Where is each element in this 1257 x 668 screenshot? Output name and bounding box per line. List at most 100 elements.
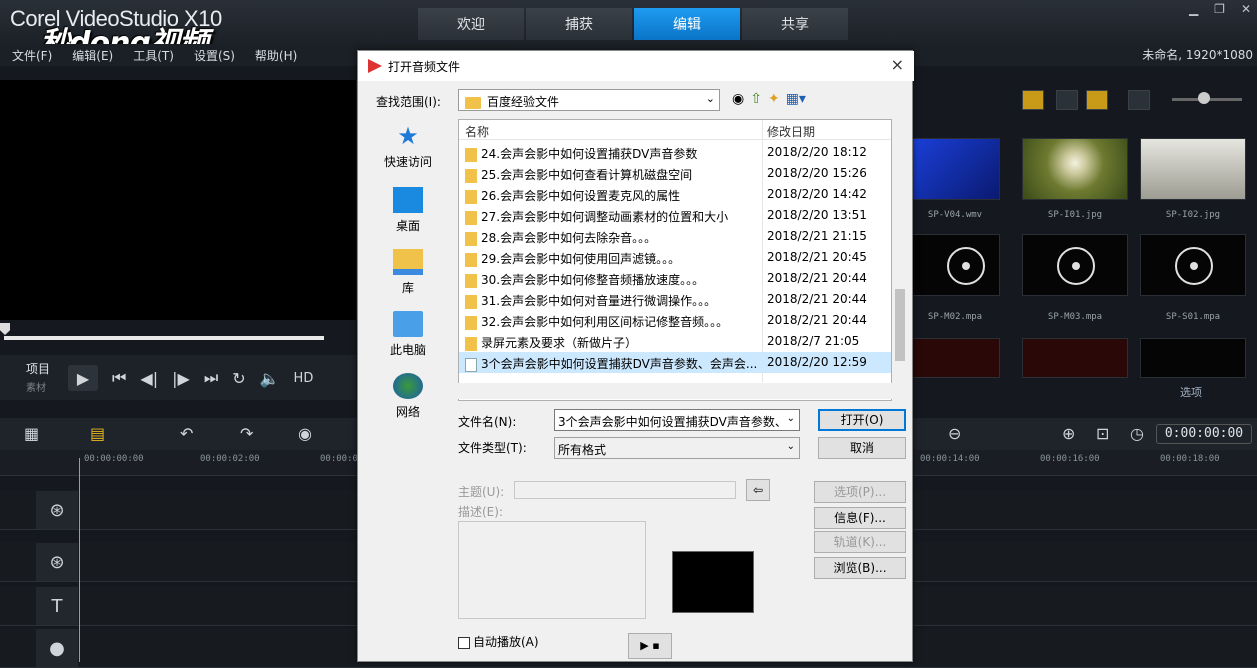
lookin-dropdown[interactable]: 百度经验文件 ⌄: [458, 89, 720, 111]
fit-project-icon[interactable]: ⊡: [1096, 424, 1109, 443]
library-thumb[interactable]: [1022, 138, 1128, 200]
zoom-out-icon[interactable]: ⊖: [948, 424, 961, 443]
file-row[interactable]: 26.会声会影中如何设置麦克风的属性 2018/2/20 14:42: [459, 184, 891, 205]
open-button[interactable]: 打开(O): [818, 409, 906, 431]
subject-field[interactable]: [514, 481, 736, 499]
library-thumb[interactable]: [1140, 234, 1246, 296]
description-field[interactable]: [458, 521, 646, 619]
filename-field[interactable]: 3个会声会影中如何设置捕获DV声音参数、 ⌄: [554, 409, 800, 431]
preview-play-button[interactable]: ▶ ▪: [628, 633, 672, 659]
close-icon[interactable]: ✕: [1241, 2, 1251, 16]
thumbnail-size-knob[interactable]: [1198, 92, 1210, 104]
next-frame-icon[interactable]: |▶: [172, 369, 190, 388]
file-row[interactable]: 27.会声会影中如何调整动画素材的位置和大小 2018/2/20 13:51: [459, 205, 891, 226]
info-button[interactable]: 信息(F)...: [814, 507, 906, 529]
film-reel-icon: ⊛: [36, 543, 78, 581]
file-row[interactable]: 31.会声会影中如何对音量进行微调操作。。。 2018/2/21 20:44: [459, 289, 891, 310]
tab-welcome[interactable]: 欢迎: [418, 8, 524, 40]
file-list-vscrollbar[interactable]: [892, 119, 908, 381]
timeline-playhead[interactable]: [79, 458, 80, 662]
place-this-pc[interactable]: 此电脑: [372, 311, 444, 358]
file-row[interactable]: 29.会声会影中如何使用回声滤镜。。。 2018/2/21 20:45: [459, 247, 891, 268]
repeat-icon[interactable]: ↻: [232, 369, 245, 388]
scrub-handle[interactable]: [0, 323, 10, 335]
sort-icon[interactable]: [1128, 90, 1150, 110]
view-list-icon[interactable]: [1056, 90, 1078, 110]
close-icon[interactable]: ×: [891, 55, 904, 74]
tab-share[interactable]: 共享: [742, 8, 848, 40]
file-date: 2018/2/20 15:26: [767, 166, 867, 180]
arrow-left-icon[interactable]: ⇦: [746, 479, 770, 501]
menu-file[interactable]: 文件(F): [12, 47, 52, 64]
volume-icon[interactable]: 🔈: [260, 369, 280, 388]
library-thumb-name: SP-S01.mpa: [1165, 312, 1221, 322]
file-row[interactable]: 30.会声会影中如何修整音频播放速度。。。 2018/2/21 20:44: [459, 268, 891, 289]
autoplay-checkbox[interactable]: 自动播放(A): [458, 633, 539, 650]
storyboard-view-icon[interactable]: ▦: [24, 424, 39, 443]
up-folder-icon[interactable]: ⇧: [750, 91, 762, 107]
library-thumb[interactable]: [1022, 234, 1128, 296]
play-icon[interactable]: ▶: [68, 365, 98, 391]
zoom-in-icon[interactable]: ⊕: [1062, 424, 1075, 443]
restore-icon[interactable]: ❐: [1214, 2, 1225, 16]
menu-settings[interactable]: 设置(S): [194, 47, 235, 64]
view-menu-icon[interactable]: ▦▾: [786, 91, 806, 107]
library-thumb[interactable]: [912, 338, 1000, 378]
file-row-selected[interactable]: 3个会声会影中如何设置捕获DV声音参数、会声会... 2018/2/20 12:5…: [459, 352, 891, 373]
ruler-tick: 00:00:16:00: [1040, 454, 1100, 464]
menu-edit[interactable]: 编辑(E): [72, 47, 113, 64]
redo-icon[interactable]: ↷: [240, 424, 253, 443]
column-name[interactable]: 名称: [465, 123, 489, 140]
prev-frame-icon[interactable]: ◀|: [140, 369, 158, 388]
folder-icon: [465, 231, 477, 246]
cancel-button[interactable]: 取消: [818, 437, 906, 459]
file-row[interactable]: 28.会声会影中如何去除杂音。。。 2018/2/21 21:15: [459, 226, 891, 247]
browse-button[interactable]: 浏览(B)...: [814, 557, 906, 579]
checkbox-box[interactable]: [458, 636, 470, 649]
library-thumb[interactable]: [1140, 338, 1246, 378]
place-network[interactable]: 网络: [372, 373, 444, 420]
track-button[interactable]: 轨道(K)...: [814, 531, 906, 553]
filetype-value: 所有格式: [558, 443, 607, 457]
scroll-thumb[interactable]: [895, 289, 905, 361]
filetype-select[interactable]: 所有格式 ⌄: [554, 437, 800, 459]
column-date[interactable]: 修改日期: [767, 123, 815, 140]
file-row[interactable]: 24.会声会影中如何设置捕获DV声音参数 2018/2/20 18:12: [459, 142, 891, 163]
end-icon[interactable]: ⏭: [204, 368, 218, 388]
menu-tools[interactable]: 工具(T): [133, 47, 174, 64]
home-icon[interactable]: ⏮: [112, 368, 126, 388]
record-capture-icon[interactable]: ◉: [298, 424, 312, 443]
clip-mode-label[interactable]: 素材: [26, 379, 46, 394]
file-row[interactable]: 25.会声会影中如何查看计算机磁盘空间 2018/2/20 15:26: [459, 163, 891, 184]
library-thumb[interactable]: [1140, 138, 1246, 200]
dialog-titlebar: 打开音频文件 ×: [358, 51, 914, 81]
place-library[interactable]: 库: [372, 249, 444, 296]
new-folder-icon[interactable]: ✦: [768, 91, 780, 107]
library-thumb[interactable]: [912, 138, 1000, 200]
library-thumb[interactable]: [1022, 338, 1128, 378]
minimize-icon[interactable]: ▁: [1189, 2, 1198, 16]
options-button[interactable]: 选项(P)...: [814, 481, 906, 503]
library-thumb[interactable]: [912, 234, 1000, 296]
undo-icon[interactable]: ↶: [180, 424, 193, 443]
tab-capture[interactable]: 捕获: [526, 8, 632, 40]
tab-edit[interactable]: 编辑: [634, 8, 740, 40]
file-list-hscrollbar[interactable]: [458, 383, 892, 399]
chevron-down-icon[interactable]: ⌄: [787, 413, 795, 424]
voice-icon: ●: [36, 629, 78, 667]
view-thumbnails-icon[interactable]: [1022, 90, 1044, 110]
place-desktop[interactable]: 桌面: [372, 187, 444, 234]
hd-toggle[interactable]: HD: [294, 371, 314, 386]
place-label: 网络: [395, 405, 420, 419]
scrub-bar[interactable]: [4, 336, 324, 340]
timeline-view-icon[interactable]: ▤: [90, 424, 105, 443]
project-mode-label[interactable]: 项目: [26, 360, 50, 377]
menu-help[interactable]: 帮助(H): [255, 47, 297, 64]
view-grid-icon[interactable]: [1086, 90, 1108, 110]
file-row[interactable]: 32.会声会影中如何利用区间标记修整音频。。。 2018/2/21 20:44: [459, 310, 891, 331]
back-icon[interactable]: ◉: [732, 91, 744, 107]
library-options-button[interactable]: 选项: [1180, 384, 1202, 400]
file-row[interactable]: 录屏元素及要求（新做片子） 2018/2/7 21:05: [459, 331, 891, 352]
timecode-display[interactable]: 0:00:00:00: [1156, 424, 1252, 444]
place-quick-access[interactable]: ★ 快速访问: [372, 123, 444, 170]
